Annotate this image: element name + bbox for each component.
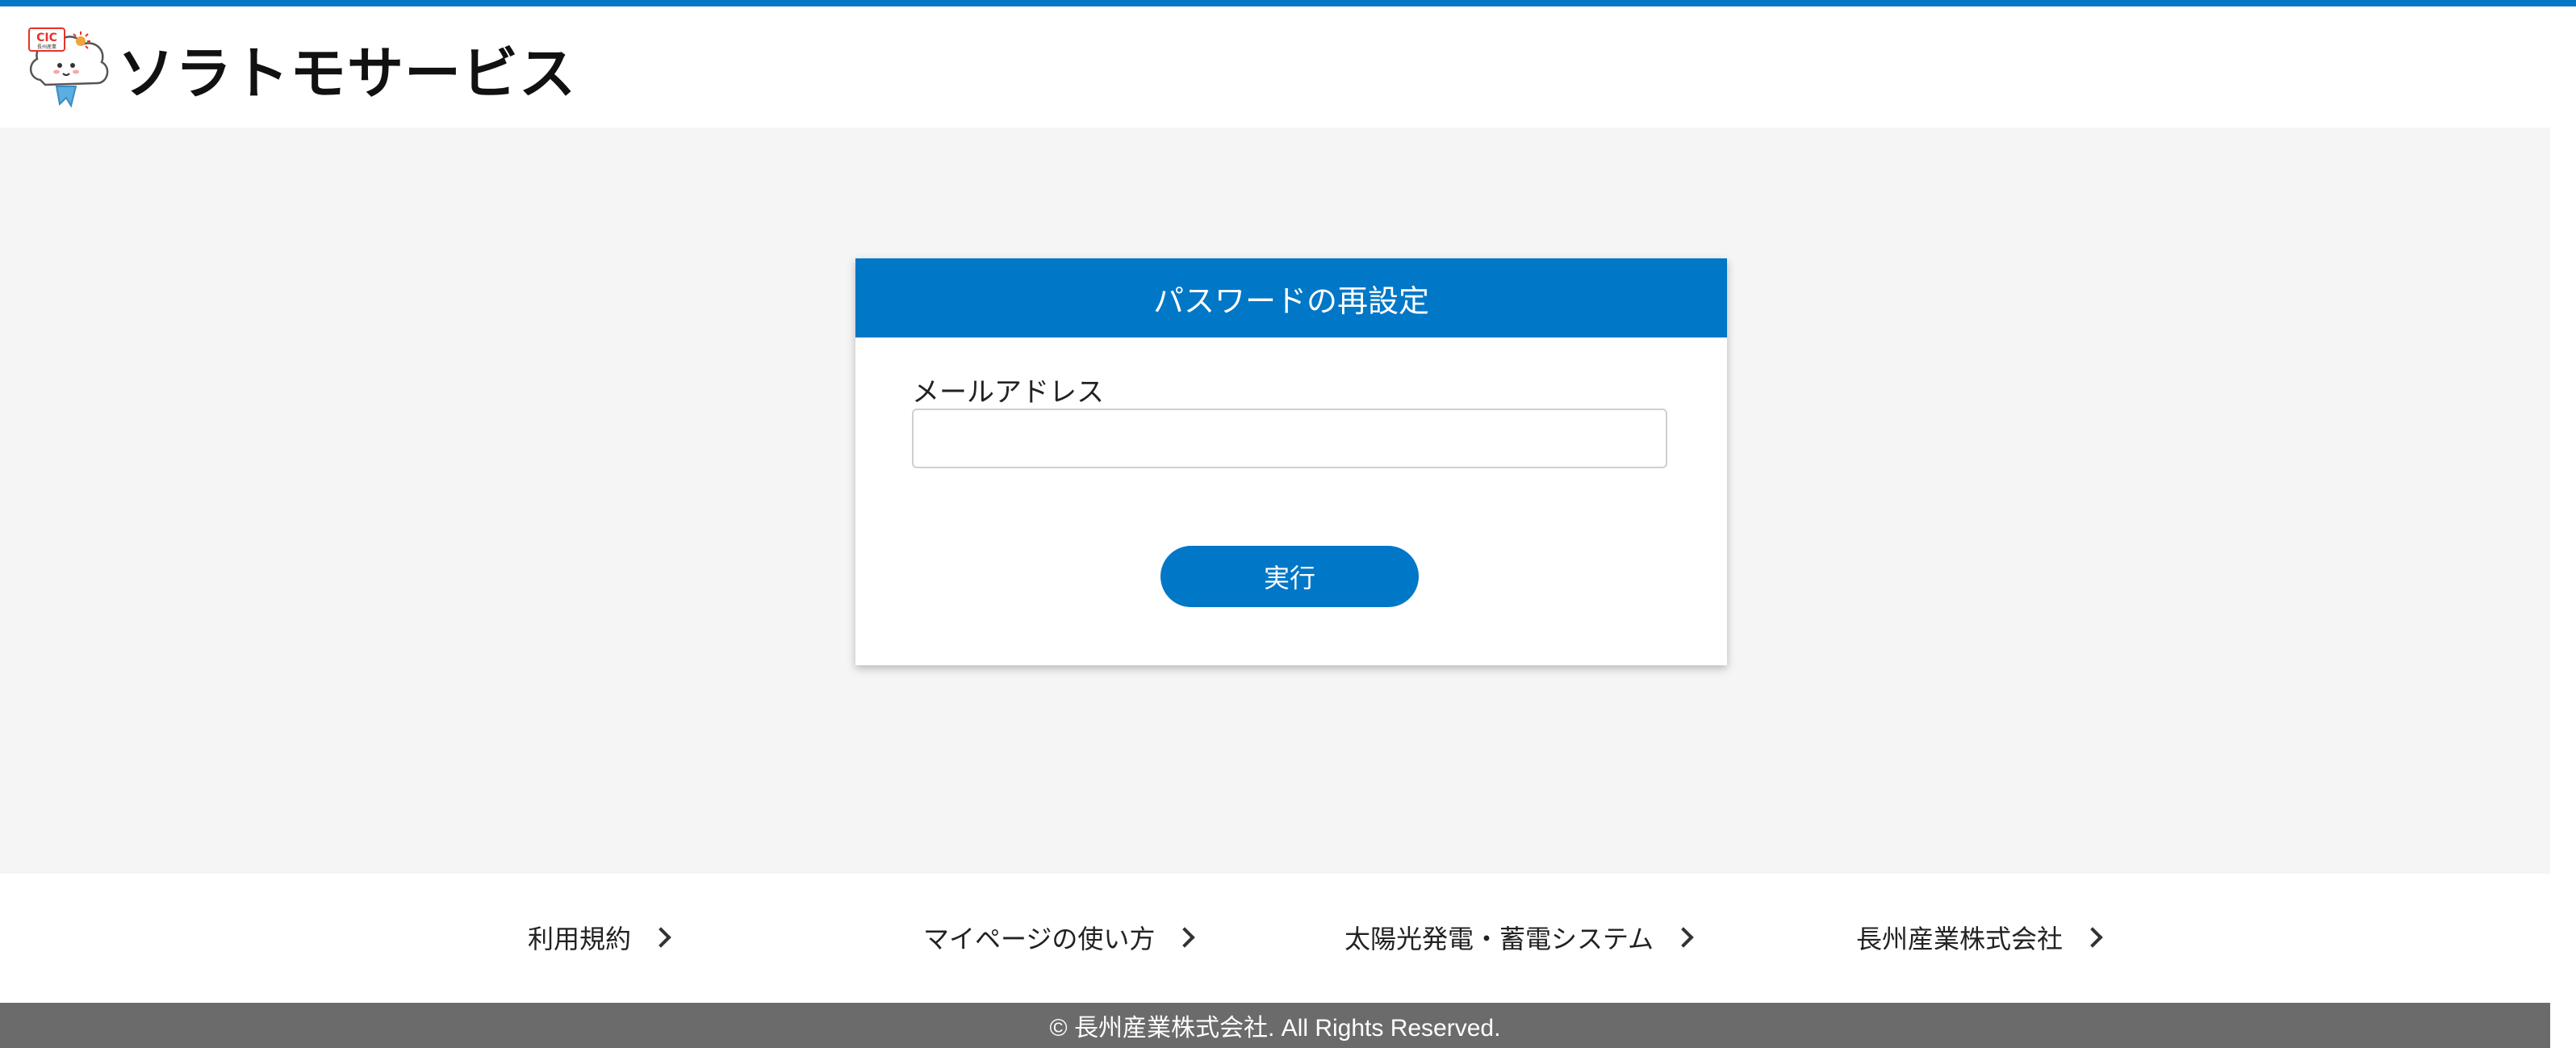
chevron-right-icon [1174,927,1196,948]
footer-link-solar-storage[interactable]: 太陽光発電・蓄電システム [1344,919,1694,956]
top-accent-bar [0,0,2576,6]
brand-name: ソラトモサービス [118,40,576,107]
email-label: メールアドレス [912,376,1104,409]
chevron-right-icon [2082,927,2103,948]
mascot-cloud-icon: CIC 長州産業 [28,27,109,108]
chevron-right-icon [650,927,671,948]
email-field[interactable] [912,409,1667,468]
footer-link-company[interactable]: 長州産業株式会社 [1856,919,2103,956]
card-header: パスワードの再設定 [855,258,1727,337]
password-reset-card: パスワードの再設定 メールアドレス 実行 [855,258,1727,665]
main-content: パスワードの再設定 メールアドレス 実行 [0,128,2550,874]
submit-button[interactable]: 実行 [1160,546,1419,607]
logo-badge-text: CIC [36,31,57,44]
footer-link-label: 利用規約 [528,924,632,954]
card-title: パスワードの再設定 [1152,283,1429,319]
copyright-bar: © 長州産業株式会社. All Rights Reserved. [0,1003,2550,1048]
footer-nav: 利用規約 マイページの使い方 太陽光発電・蓄電システム 長州産業株式会社 [0,874,2576,1003]
logo-badge-subtext: 長州産業 [37,44,56,50]
site-logo[interactable]: CIC 長州産業 ソラトモサービス [24,24,576,113]
footer-link-label: 太陽光発電・蓄電システム [1344,924,1654,954]
site-header: CIC 長州産業 ソラトモサービス [0,6,2576,128]
footer-link-terms[interactable]: 利用規約 [528,919,671,956]
chevron-right-icon [1673,927,1694,948]
footer-link-label: 長州産業株式会社 [1856,924,2064,954]
footer-link-mypage-guide[interactable]: マイページの使い方 [923,919,1196,956]
footer-link-label: マイページの使い方 [923,924,1156,954]
page: CIC 長州産業 ソラトモサービス パスワードの再設定 メールアドレス 実行 利… [0,0,2576,1048]
copyright-text: © 長州産業株式会社. All Rights Reserved. [1049,1015,1501,1042]
